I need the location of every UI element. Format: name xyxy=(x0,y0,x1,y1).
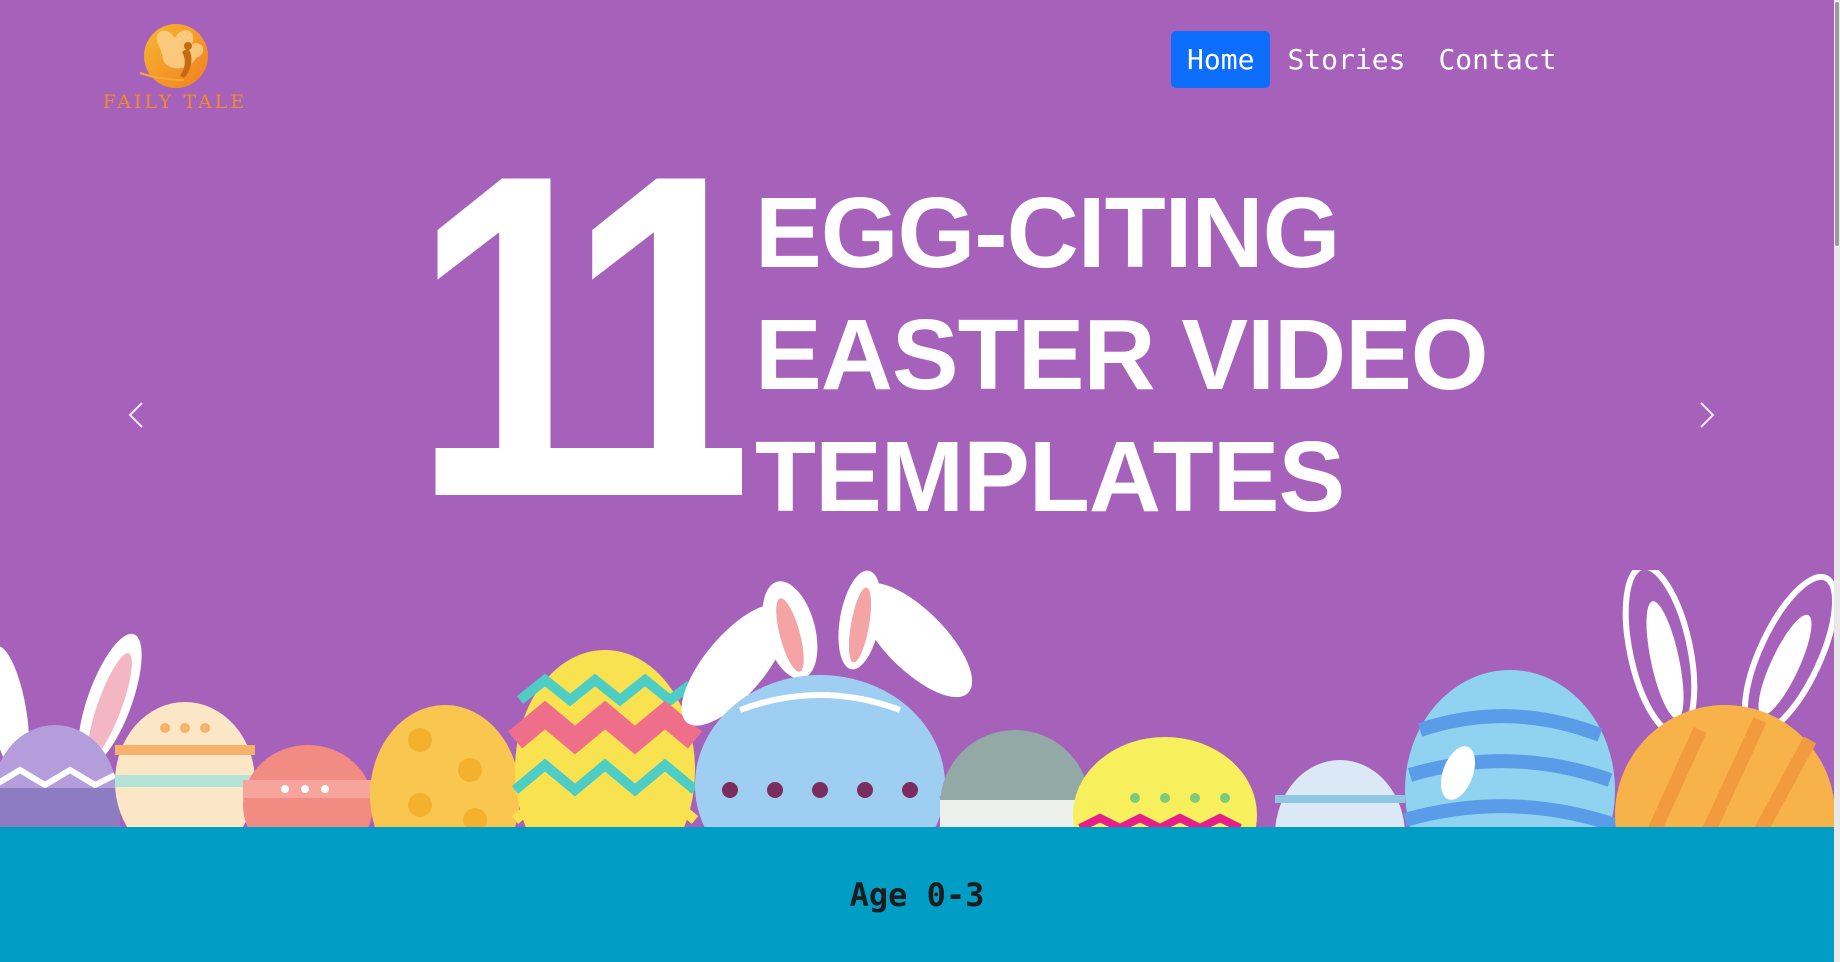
chevron-right-icon xyxy=(1700,402,1715,428)
egg-teal-grey xyxy=(939,730,1091,827)
easter-eggs-illustration xyxy=(0,570,1834,827)
headline-line-1: EGG-CITING xyxy=(755,177,1340,289)
page-scrollbar[interactable] xyxy=(1834,0,1840,962)
egg-coral xyxy=(243,745,373,827)
carousel-prev-button[interactable] xyxy=(116,395,156,435)
nav-stories-link[interactable]: Stories xyxy=(1271,31,1421,88)
slide-number-graphic: 11 xyxy=(412,150,742,530)
egg-zigzag xyxy=(507,650,703,827)
scrollbar-thumb[interactable] xyxy=(1835,2,1839,246)
egg-yellow-green xyxy=(1073,737,1257,827)
egg-cream xyxy=(115,702,255,827)
egg-pale-blue xyxy=(1275,760,1405,827)
carousel-next-button[interactable] xyxy=(1687,395,1727,435)
main-nav: Home Stories Contact xyxy=(1171,31,1573,88)
slide-number: 11 xyxy=(412,150,742,530)
headline-line-2: EASTER VIDEO xyxy=(755,299,1489,411)
headline-line-3: TEMPLATES xyxy=(755,421,1345,533)
age-section-title: Age 0-3 xyxy=(849,875,985,914)
slide-headline: EGG-CITING EASTER VIDEO TEMPLATES xyxy=(755,172,1489,538)
brand-logo[interactable]: FAILY TALE xyxy=(100,18,250,118)
egg-orange xyxy=(1615,705,1834,827)
egg-yellow-dots xyxy=(370,705,520,827)
age-section: Age 0-3 xyxy=(0,827,1834,962)
logo-text: FAILY TALE xyxy=(102,91,248,113)
chevron-left-icon xyxy=(128,402,143,428)
egg-blue-stripes xyxy=(1403,670,1618,827)
hero-carousel: FAILY TALE Home Stories Contact 11 EGG-C… xyxy=(0,0,1834,827)
nav-contact-link[interactable]: Contact xyxy=(1422,31,1572,88)
fairy-icon xyxy=(139,24,208,88)
nav-home-link[interactable]: Home xyxy=(1171,31,1271,88)
